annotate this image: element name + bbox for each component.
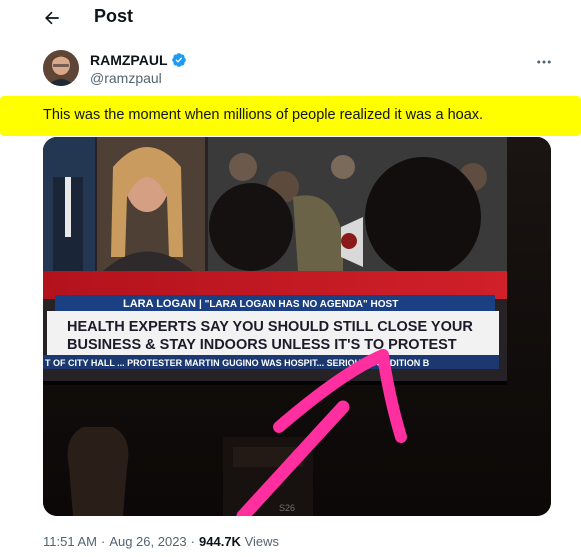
post-time[interactable]: 11:51 AM <box>43 534 97 549</box>
post-date[interactable]: Aug 26, 2023 <box>109 534 186 549</box>
tv-photo: LARA LOGAN | "LARA LOGAN HAS NO AGENDA" … <box>43 137 551 516</box>
back-button[interactable] <box>38 4 66 32</box>
author-handle[interactable]: @ramzpaul <box>90 70 162 86</box>
post-text: This was the moment when millions of peo… <box>43 107 484 123</box>
views-label: Views <box>244 534 280 549</box>
post-media-image[interactable]: LARA LOGAN | "LARA LOGAN HAS NO AGENDA" … <box>43 137 551 516</box>
meta-separator: · <box>100 534 106 549</box>
author-display-name[interactable]: RAMZPAUL <box>90 52 187 68</box>
more-dots-icon <box>537 60 551 64</box>
avatar-image <box>43 50 79 86</box>
author-name-text: RAMZPAUL <box>90 52 168 68</box>
arrow-left-icon <box>45 11 59 25</box>
headline-line-1: HEALTH EXPERTS SAY YOU SHOULD STILL CLOS… <box>67 319 473 335</box>
chyron-show: | "LARA LOGAN HAS NO AGENDA" HOST <box>199 299 398 310</box>
verified-badge-icon <box>171 53 186 67</box>
tv-label: S26 <box>279 503 295 513</box>
post-meta: 11:51 AM · Aug 26, 2023 · 944.7K Views <box>43 534 279 549</box>
top-bar: Post <box>0 0 581 34</box>
meta-separator-2: · <box>190 534 196 549</box>
avatar[interactable] <box>43 50 79 86</box>
more-options-button[interactable] <box>534 52 554 72</box>
views-count: 944.7K <box>199 534 241 549</box>
chyron-name: LARA LOGAN <box>123 298 196 310</box>
headline-line-2: BUSINESS & STAY INDOORS UNLESS IT'S TO P… <box>67 337 457 353</box>
page-title: Post <box>94 6 134 26</box>
